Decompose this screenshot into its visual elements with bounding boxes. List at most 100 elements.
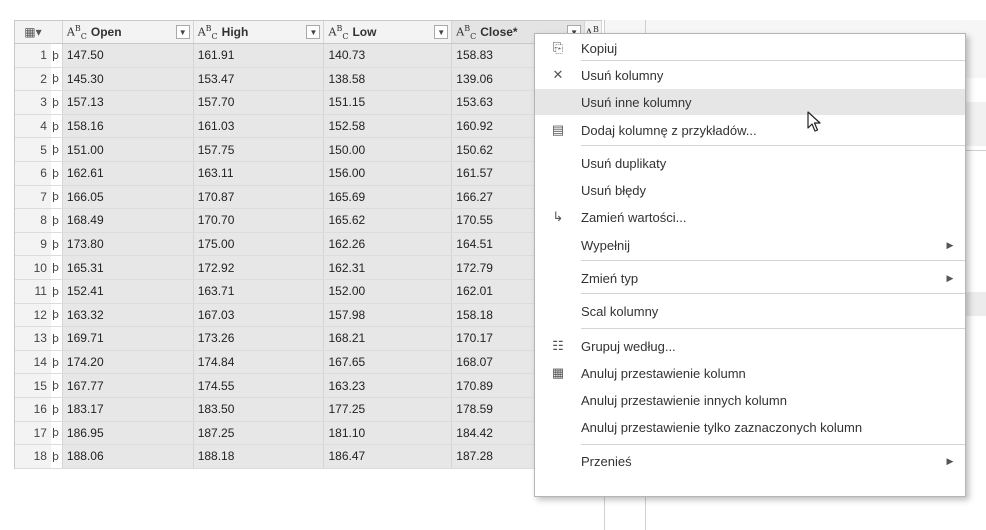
cell-open[interactable]: 167.77 [62, 374, 194, 397]
cell-high[interactable]: 163.71 [193, 279, 325, 303]
menu-item[interactable]: Usuń inne kolumny [535, 89, 965, 115]
row-number[interactable]: 3 [15, 91, 51, 114]
cell-low[interactable]: 140.73 [324, 44, 453, 67]
cell-high[interactable]: 183.50 [193, 397, 325, 421]
cell-low[interactable]: 162.26 [324, 232, 453, 256]
cell-low[interactable]: 156.00 [324, 161, 453, 185]
cell-low[interactable]: 168.21 [324, 327, 453, 350]
menu-item[interactable]: ▤ Dodaj kolumnę z przykładów... [535, 117, 965, 143]
row-number[interactable]: 13 [15, 327, 51, 350]
row-number[interactable]: 7 [15, 185, 51, 209]
menu-separator [581, 145, 965, 146]
cell-high[interactable]: 174.84 [193, 350, 325, 374]
cell-open[interactable]: 145.30 [62, 67, 194, 91]
menu-item[interactable]: ↳ Zamień wartości... [535, 204, 965, 230]
cell-low[interactable]: 163.23 [324, 374, 453, 397]
cell-open[interactable]: 183.17 [62, 397, 194, 421]
cell-open[interactable]: 157.13 [62, 91, 194, 114]
column-filter-dropdown[interactable]: ▼ [175, 25, 190, 39]
text-type-icon[interactable]: ABC [456, 24, 476, 41]
menu-item[interactable]: ☷ Grupuj według... [535, 333, 965, 359]
cell-open[interactable]: 166.05 [62, 185, 194, 209]
row-number[interactable]: 18 [15, 445, 51, 468]
menu-item[interactable]: Wypełnij ▶ [535, 232, 965, 258]
cell-high[interactable]: 173.26 [193, 327, 325, 350]
cell-open[interactable]: 168.49 [62, 209, 194, 232]
cell-open[interactable]: 188.06 [62, 445, 194, 468]
menu-item[interactable]: Usuń duplikaty [535, 150, 965, 176]
cell-open[interactable]: 151.00 [62, 138, 194, 161]
cell-high[interactable]: 163.11 [193, 161, 325, 185]
menu-item-label: Kopiuj [581, 40, 618, 56]
cell-low[interactable]: 162.31 [324, 256, 453, 279]
cell-low[interactable]: 151.15 [324, 91, 453, 114]
cell-high[interactable]: 174.55 [193, 374, 325, 397]
row-number[interactable]: 6 [15, 161, 51, 185]
cell-open[interactable]: 163.32 [62, 303, 194, 327]
cell-low[interactable]: 152.00 [324, 279, 453, 303]
row-number[interactable]: 8 [15, 209, 51, 232]
column-header-open[interactable]: ABC Open ▼ [62, 21, 194, 43]
text-type-icon[interactable]: ABC [67, 24, 87, 41]
menu-item[interactable]: ✕ Usuń kolumny [535, 62, 965, 88]
text-type-icon[interactable]: ABC [328, 24, 348, 41]
row-number[interactable]: 10 [15, 256, 51, 279]
row-number[interactable]: 9 [15, 232, 51, 256]
cell-open[interactable]: 173.80 [62, 232, 194, 256]
row-number[interactable]: 15 [15, 374, 51, 397]
row-number[interactable]: 11 [15, 279, 51, 303]
cell-low[interactable]: 157.98 [324, 303, 453, 327]
row-number[interactable]: 2 [15, 67, 51, 91]
cell-low[interactable]: 165.62 [324, 209, 453, 232]
cell-high[interactable]: 187.25 [193, 421, 325, 445]
cell-open[interactable]: 162.61 [62, 161, 194, 185]
row-number[interactable]: 12 [15, 303, 51, 327]
menu-item[interactable]: Anuluj przestawienie tylko zaznaczonych … [535, 414, 965, 440]
row-number[interactable]: 17 [15, 421, 51, 445]
cell-low[interactable]: 165.69 [324, 185, 453, 209]
cell-high[interactable]: 170.70 [193, 209, 325, 232]
cell-high[interactable]: 167.03 [193, 303, 325, 327]
cell-high[interactable]: 157.75 [193, 138, 325, 161]
cell-low[interactable]: 138.58 [324, 67, 453, 91]
column-filter-dropdown[interactable]: ▼ [306, 25, 321, 39]
cell-high[interactable]: 172.92 [193, 256, 325, 279]
cell-high[interactable]: 188.18 [193, 445, 325, 468]
cell-open[interactable]: 174.20 [62, 350, 194, 374]
cell-high[interactable]: 161.03 [193, 114, 325, 138]
cell-low[interactable]: 152.58 [324, 114, 453, 138]
cell-open[interactable]: 169.71 [62, 327, 194, 350]
cell-high[interactable]: 157.70 [193, 91, 325, 114]
cell-low[interactable]: 181.10 [324, 421, 453, 445]
cell-low[interactable]: 177.25 [324, 397, 453, 421]
column-header-high[interactable]: ABC High ▼ [193, 21, 325, 43]
row-number[interactable]: 5 [15, 138, 51, 161]
cell-high[interactable]: 153.47 [193, 67, 325, 91]
cell-open[interactable]: 147.50 [62, 44, 194, 67]
cell-open[interactable]: 165.31 [62, 256, 194, 279]
cell-high[interactable]: 170.87 [193, 185, 325, 209]
cell-open[interactable]: 158.16 [62, 114, 194, 138]
column-filter-dropdown[interactable]: ▼ [434, 25, 449, 39]
menu-item[interactable]: ⎘ Kopiuj [535, 35, 965, 61]
cell-low[interactable]: 186.47 [324, 445, 453, 468]
menu-item[interactable]: ▦ Anuluj przestawienie kolumn [535, 360, 965, 386]
row-number[interactable]: 1 [15, 44, 51, 67]
table-menu-button[interactable]: ▦▾ [15, 21, 51, 43]
row-number[interactable]: 16 [15, 397, 51, 421]
row-number[interactable]: 14 [15, 350, 51, 374]
cell-low[interactable]: 167.65 [324, 350, 453, 374]
cell-open[interactable]: 152.41 [62, 279, 194, 303]
menu-item[interactable]: Usuń błędy [535, 177, 965, 203]
menu-item[interactable]: Scal kolumny [535, 298, 965, 324]
cell-high[interactable]: 161.91 [193, 44, 325, 67]
cell-high[interactable]: 175.00 [193, 232, 325, 256]
menu-item[interactable]: Anuluj przestawienie innych kolumn [535, 387, 965, 413]
column-header-low[interactable]: ABC Low ▼ [324, 21, 453, 43]
cell-low[interactable]: 150.00 [324, 138, 453, 161]
cell-open[interactable]: 186.95 [62, 421, 194, 445]
menu-item[interactable]: Zmień typ ▶ [535, 265, 965, 291]
row-number[interactable]: 4 [15, 114, 51, 138]
text-type-icon[interactable]: ABC [198, 24, 218, 41]
menu-item[interactable]: Przenieś ▶ [535, 448, 965, 474]
